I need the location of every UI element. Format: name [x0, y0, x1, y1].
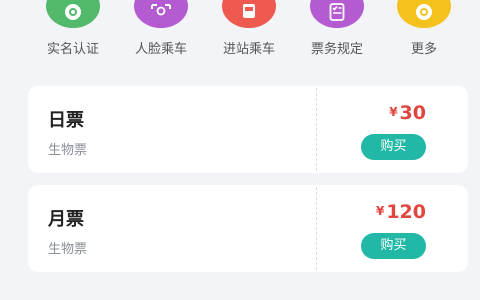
quick-action-label: 人脸乘车	[134, 42, 187, 57]
checklist-icon	[310, 0, 364, 28]
quick-action-station[interactable]: 进站乘车	[209, 0, 289, 70]
ticket-card-day: 日票 生物票 ¥30 购买	[28, 86, 468, 173]
quick-action-label: 进站乘车	[222, 42, 275, 57]
price-value: 120	[386, 201, 426, 223]
ticket-price: ¥120	[376, 201, 426, 223]
gear-icon	[397, 0, 451, 28]
ticket-name: 月票	[48, 209, 84, 230]
ticket-type: 生物票	[48, 143, 88, 158]
buy-button[interactable]: 购买	[361, 134, 426, 160]
ticket-divider	[316, 88, 317, 171]
price-value: 30	[399, 102, 426, 124]
quick-action-label: 实名认证	[46, 42, 99, 57]
quick-action-rules[interactable]: 票务规定	[297, 0, 377, 70]
ticket-card-month: 月票 生物票 ¥120 购买	[28, 185, 468, 272]
quick-action-face[interactable]: 人脸乘车	[121, 0, 201, 70]
quick-action-label: 更多	[410, 42, 437, 57]
ticket-divider	[316, 187, 317, 270]
currency-symbol: ¥	[375, 204, 385, 218]
gear-icon	[46, 0, 100, 28]
ticket-type: 生物票	[48, 242, 88, 257]
ticket-name: 日票	[48, 110, 84, 131]
face-scan-icon	[134, 0, 188, 28]
train-icon	[222, 0, 276, 28]
ticket-price: ¥30	[389, 102, 426, 124]
quick-action-more[interactable]: 更多	[384, 0, 464, 70]
currency-symbol: ¥	[389, 105, 398, 119]
quick-action-label: 票务规定	[310, 42, 363, 57]
buy-button[interactable]: 购买	[361, 233, 426, 259]
quick-action-real-name[interactable]: 实名认证	[33, 0, 113, 70]
quick-actions-row: 实名认证 人脸乘车 进站乘车 票务规定 更多	[0, 0, 480, 70]
